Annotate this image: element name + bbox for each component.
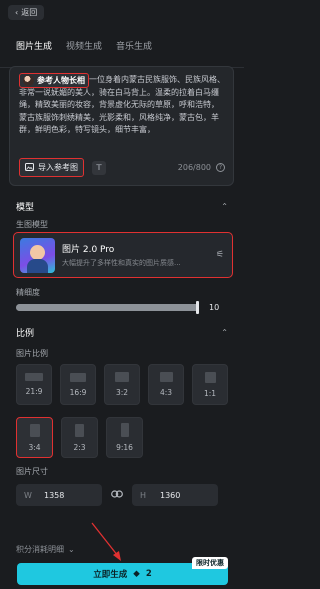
precision-value: 10: [209, 303, 220, 312]
model-label: 生图模型: [16, 220, 48, 229]
mode-tabs: 图片生成 视频生成 音乐生成: [0, 24, 244, 68]
model-info: 图片 2.0 Pro 大幅提升了多样性和真实的图片质感...: [62, 242, 214, 268]
credits-label: 积分消耗明细: [16, 545, 64, 554]
model-thumbnail: [20, 237, 55, 273]
back-button[interactable]: ‹ 返回: [8, 4, 45, 20]
height-key: H: [140, 490, 147, 500]
ratio-shape: [159, 372, 173, 382]
ratio-option-4-3[interactable]: 4:3: [148, 364, 184, 405]
chevron-down-icon: ⌄: [68, 545, 75, 554]
settings-icon[interactable]: ⚟: [214, 250, 226, 260]
tab-image[interactable]: 图片生成: [16, 42, 53, 68]
size-label: 图片尺寸: [16, 467, 48, 476]
ratio-shape: [75, 423, 84, 437]
ratio-option-16-9[interactable]: 16:9: [60, 364, 96, 405]
ratio-shape: [29, 423, 40, 437]
width-value: 1358: [44, 490, 65, 500]
height-field[interactable]: H 1360: [132, 484, 218, 506]
ratio-section-title: 比例: [16, 329, 35, 339]
generate-label: 立即生成: [93, 570, 128, 580]
ratio-shape: [25, 373, 43, 381]
precision-slider[interactable]: [16, 301, 199, 314]
reference-chip[interactable]: 参考人物长相: [19, 73, 89, 88]
size-row: W 1358 H 1360: [16, 484, 228, 506]
char-counter: 206/800 ?: [178, 163, 225, 172]
import-reference-button[interactable]: 导入参考图: [19, 158, 84, 177]
ratio-option-21-9[interactable]: 21:9: [16, 364, 52, 405]
tab-video[interactable]: 视频生成: [66, 42, 102, 68]
prompt-footer: 导入参考图 T 206/800 ?: [19, 158, 225, 177]
ratio-option-9-16[interactable]: 9:16: [106, 417, 143, 458]
precision-slider-fill: [16, 304, 199, 311]
ratio-shape: [120, 423, 129, 437]
height-value: 1360: [160, 490, 181, 500]
ratio-option-2-3[interactable]: 2:3: [61, 417, 98, 458]
model-card[interactable]: 图片 2.0 Pro 大幅提升了多样性和真实的图片质感... ⚟: [13, 232, 233, 278]
ratio-option-3-4[interactable]: 3:4: [16, 417, 53, 458]
ratio-option-1-1[interactable]: 1:1: [192, 364, 228, 405]
model-description: 大幅提升了多样性和真实的图片质感...: [62, 259, 181, 267]
char-counter-value: 206/800: [177, 163, 211, 172]
ratio-grid: 21:9 16:9 3:2 4:3 1:1 3:4 2:3 9:16: [16, 364, 228, 468]
link-icon[interactable]: [110, 489, 124, 501]
tab-music[interactable]: 音乐生成: [116, 42, 152, 68]
promo-badge: 限时优惠: [192, 557, 228, 569]
generate-cost: 2: [145, 569, 152, 579]
reference-chip-label: 参考人物长相: [37, 76, 85, 85]
chevron-up-icon: ⌃: [221, 328, 228, 337]
import-reference-label: 导入参考图: [38, 163, 78, 172]
ratio-shape: [115, 372, 129, 382]
model-name: 图片 2.0 Pro: [62, 245, 115, 255]
ratio-shape: [70, 372, 86, 382]
diamond-icon: ◆: [133, 569, 140, 579]
model-section-header[interactable]: 模型 ⌃: [16, 200, 228, 213]
back-icon: ‹: [15, 7, 19, 17]
info-icon[interactable]: ?: [216, 163, 225, 172]
prompt-box[interactable]: 一位身着内蒙古民族服饰、民族风格、非常一说妩媚的美人，骑在白马背上。温柔的拉着白…: [9, 66, 234, 186]
credits-detail[interactable]: 积分消耗明细 ⌄: [16, 544, 75, 555]
generate-button[interactable]: 立即生成 ◆ 2 限时优惠: [17, 557, 228, 585]
ratio-option-3-2[interactable]: 3:2: [104, 364, 140, 405]
width-field[interactable]: W 1358: [16, 484, 102, 506]
text-style-button[interactable]: T: [92, 160, 106, 175]
ratio-section-header[interactable]: 比例 ⌃: [16, 326, 228, 339]
back-label: 返回: [21, 7, 38, 17]
model-section-title: 模型: [16, 203, 35, 213]
ratio-label: 图片比例: [16, 349, 48, 358]
width-key: W: [24, 490, 32, 500]
precision-slider-handle[interactable]: [196, 301, 199, 314]
avatar: [23, 75, 34, 86]
precision-label: 精细度: [16, 288, 40, 297]
image-icon: [25, 162, 34, 173]
ratio-shape: [204, 371, 216, 383]
chevron-up-icon: ⌃: [221, 202, 228, 211]
top-bar: ‹ 返回: [0, 0, 244, 24]
